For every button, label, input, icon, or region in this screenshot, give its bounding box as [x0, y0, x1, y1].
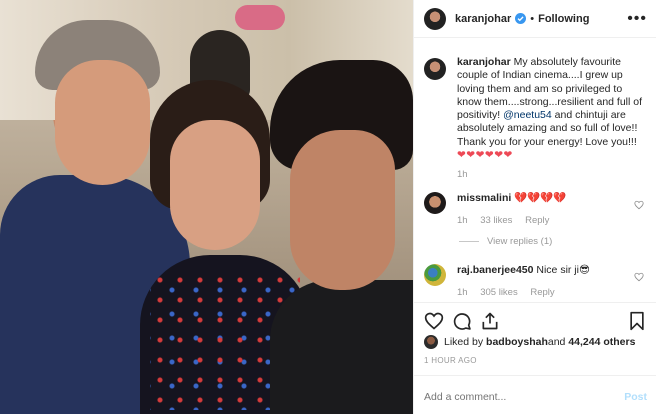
comment-likes[interactable]: 305 likes: [480, 287, 518, 298]
comment-reply-button[interactable]: Reply: [530, 287, 554, 298]
photo-right-person-jacket: [270, 280, 413, 414]
add-comment-input[interactable]: [424, 390, 625, 403]
comment-text: Nice sir ji😎: [536, 264, 590, 276]
action-icons-row: [422, 311, 649, 333]
bookmark-icon[interactable]: [627, 311, 647, 331]
heart-outline-icon[interactable]: [634, 272, 644, 282]
post-header: karanjohar • Following •••: [414, 0, 656, 38]
like-heart-icon[interactable]: [424, 311, 444, 331]
view-replies-label: View replies (1): [487, 236, 553, 247]
comment-meta: 1h 33 likes Reply: [457, 214, 627, 227]
post-side-panel: karanjohar • Following ••• karanjohar My…: [413, 0, 656, 414]
commenter-avatar[interactable]: [424, 192, 446, 214]
author-avatar[interactable]: [424, 7, 446, 30]
share-icon[interactable]: [480, 311, 500, 331]
header-separator: •: [530, 12, 535, 25]
photo-flowers: [235, 5, 285, 30]
liked-prefix: Liked by: [444, 336, 484, 348]
post-actions: Liked by badboyshah and 44,244 others 1 …: [414, 302, 656, 414]
comment-time[interactable]: 1h: [457, 287, 468, 298]
caption-avatar[interactable]: [424, 58, 446, 80]
post-photo[interactable]: [0, 0, 413, 414]
liked-by-line: Liked by badboyshah and 44,244 others: [424, 335, 635, 349]
caption-body: karanjohar My absolutely favourite coupl…: [457, 56, 642, 182]
comment-text: 💔💔💔💔: [514, 192, 567, 204]
heart-outline-icon[interactable]: [634, 200, 644, 210]
liked-user[interactable]: badboyshah: [486, 336, 548, 348]
comment-reply-button[interactable]: Reply: [525, 215, 549, 226]
liker-avatar[interactable]: [424, 335, 438, 349]
comment-time[interactable]: 1h: [457, 215, 468, 226]
following-button[interactable]: Following: [538, 13, 589, 25]
comment-body: missmalini 💔💔💔💔 1h 33 likes Reply: [457, 192, 627, 227]
post-caption: karanjohar My absolutely favourite coupl…: [414, 44, 656, 182]
photo-middle-person-face: [170, 120, 260, 250]
commenter-username[interactable]: missmalini: [457, 192, 511, 204]
photo-left-person-face: [55, 60, 150, 185]
comment-item: raj.banerjee450 Nice sir ji😎 1h 305 like…: [414, 264, 656, 299]
comment-meta: 1h 305 likes Reply: [457, 286, 627, 299]
comments-section: karanjohar My absolutely favourite coupl…: [414, 44, 656, 306]
commenter-avatar[interactable]: [424, 264, 446, 286]
view-replies-line: [459, 241, 479, 242]
liked-middle: and: [547, 336, 566, 348]
liked-count[interactable]: 44,244 others: [568, 336, 635, 348]
comment-likes[interactable]: 33 likes: [480, 215, 512, 226]
verified-icon: [515, 13, 527, 24]
commenter-username[interactable]: raj.banerjee450: [457, 264, 533, 276]
author-username[interactable]: karanjohar: [455, 13, 511, 25]
more-options-icon[interactable]: •••: [627, 10, 647, 27]
caption-time[interactable]: 1h: [457, 168, 642, 181]
caption-mention-link[interactable]: @neetu54: [503, 109, 552, 121]
post-timestamp[interactable]: 1 HOUR AGO: [424, 356, 477, 365]
caption-username[interactable]: karanjohar: [457, 56, 511, 68]
post-comment-button[interactable]: Post: [624, 391, 647, 403]
comment-body: raj.banerjee450 Nice sir ji😎 1h 305 like…: [457, 264, 627, 299]
caption-hearts: ❤❤❤❤❤❤: [457, 149, 513, 162]
comment-item: missmalini 💔💔💔💔 1h 33 likes Reply: [414, 192, 656, 227]
add-comment-bar: Post: [414, 375, 656, 414]
comment-icon[interactable]: [452, 311, 472, 331]
view-replies-button[interactable]: View replies (1): [459, 236, 552, 247]
photo-right-person-face: [290, 130, 395, 290]
